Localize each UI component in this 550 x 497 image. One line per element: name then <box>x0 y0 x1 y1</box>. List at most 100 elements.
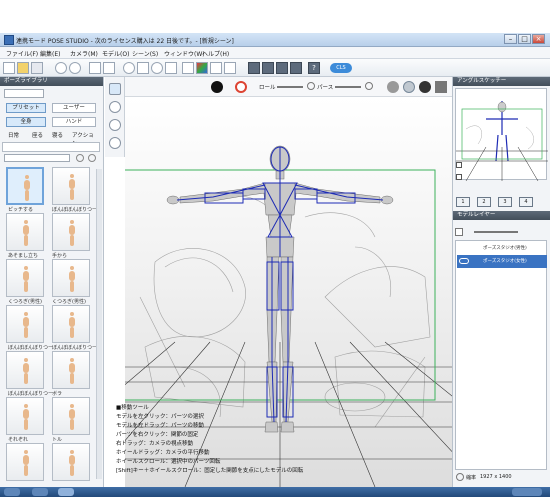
maximize-button[interactable]: □ <box>518 34 531 44</box>
pose-thumb-6[interactable] <box>52 259 90 297</box>
layer-eye-icon[interactable] <box>456 473 464 481</box>
angle-button-1[interactable]: 1 <box>456 197 470 207</box>
open-folder-icon[interactable] <box>17 62 29 74</box>
taskbar-app-1-icon[interactable] <box>32 488 48 496</box>
help-line-4: パーツを右クリック：関節の固定 <box>116 432 199 438</box>
menu-model[interactable]: モデル(O) <box>102 49 129 58</box>
menu-file[interactable]: ファイル(F) <box>6 49 38 58</box>
layer-row-2[interactable]: ポーズスタジオ(女性) <box>457 255 547 268</box>
pose-label-8: ぼんぼぼんぼりつー <box>52 345 98 351</box>
angle-button-4[interactable]: 4 <box>519 197 533 207</box>
head-icon[interactable] <box>165 62 177 74</box>
pose-thumb-1[interactable] <box>6 167 44 205</box>
category-daily[interactable]: 日常 <box>8 131 19 139</box>
save-icon[interactable] <box>31 62 43 74</box>
pose-thumb-4[interactable] <box>52 213 90 251</box>
color-icon[interactable] <box>196 62 208 74</box>
layer-row-1[interactable]: ポーズスタジオ(男性) <box>457 242 547 255</box>
tab-preset[interactable]: プリセット <box>6 103 46 113</box>
layout-icon-2[interactable] <box>262 62 274 74</box>
menu-help[interactable]: ヘルプ(H) <box>202 49 229 58</box>
render-mode-1-icon[interactable] <box>387 81 399 93</box>
pen-icon[interactable] <box>224 62 236 74</box>
window-title: 連携モード POSE STUDIO - 次のライセンス購入は 22 日後です。-… <box>16 38 234 45</box>
scroll-bar-top[interactable] <box>2 142 100 152</box>
pose-thumb-2[interactable] <box>52 167 90 205</box>
move-tool-icon[interactable] <box>109 83 121 95</box>
pose-label-9: ぼんぼぼんぼりつー <box>8 391 54 397</box>
render-mode-3-icon[interactable] <box>419 81 431 93</box>
layout-icon-3[interactable] <box>276 62 288 74</box>
category-sit[interactable]: 座る <box>32 131 43 139</box>
undo-icon[interactable] <box>55 62 67 74</box>
layout-icon-1[interactable] <box>248 62 260 74</box>
new-file-icon[interactable] <box>3 62 15 74</box>
pose-label-10: ボラ <box>52 391 63 397</box>
close-button[interactable]: × <box>532 34 545 44</box>
orbit-tool-icon[interactable] <box>109 119 121 131</box>
copy-icon[interactable] <box>89 62 101 74</box>
render-mode-4-icon[interactable] <box>435 81 447 93</box>
library-scrollbar[interactable] <box>96 169 102 479</box>
pose-thumb-13[interactable] <box>6 443 44 481</box>
pose-thumb-12[interactable] <box>52 397 90 435</box>
tab-hand[interactable]: ハンド <box>52 117 96 127</box>
angle-toggle-1[interactable] <box>456 162 462 168</box>
clock-area[interactable] <box>512 488 542 496</box>
paste-icon[interactable] <box>103 62 115 74</box>
perspective-icon[interactable] <box>210 62 222 74</box>
perse-slider[interactable] <box>335 86 361 88</box>
layer-opacity-slider[interactable] <box>474 231 518 233</box>
help-line-2: モデルを左クリック：パーツの選択 <box>116 414 204 420</box>
moon-icon[interactable] <box>211 81 223 93</box>
minimize-button[interactable]: – <box>504 34 517 44</box>
library-tools[interactable] <box>4 89 44 98</box>
pose-thumb-11[interactable] <box>6 397 44 435</box>
zoom-tool-icon[interactable] <box>109 137 121 149</box>
pose-thumb-7[interactable] <box>6 305 44 343</box>
help-line-8: [Shift]キー＋ホイールスクロール：固定した関節を支点にしたモデルの回転 <box>116 468 304 474</box>
menu-scene[interactable]: シーン(S) <box>132 49 158 58</box>
figure-icon[interactable] <box>137 62 149 74</box>
roll-reset-icon[interactable] <box>307 82 315 90</box>
layout-icon-4[interactable] <box>290 62 302 74</box>
roll-slider[interactable] <box>277 86 303 88</box>
search-icon[interactable] <box>76 154 84 162</box>
pose-thumb-10[interactable] <box>52 351 90 389</box>
target-icon[interactable] <box>151 62 163 74</box>
layer-list: ポーズスタジオ(男性) ポーズスタジオ(女性) <box>455 240 547 470</box>
taskbar-app-2-icon[interactable] <box>58 488 74 496</box>
menu-window[interactable]: ウィンドウ(W) <box>164 49 205 58</box>
settings-icon[interactable] <box>88 154 96 162</box>
pose-thumb-3[interactable] <box>6 213 44 251</box>
menu-camera[interactable]: カメラ(M) <box>70 49 98 58</box>
color-wheel-icon[interactable] <box>235 81 247 93</box>
angle-preview[interactable] <box>455 88 548 182</box>
model-layer-title: モデルレイヤー <box>453 211 550 220</box>
pose-label-5: くつろぎ(男性) <box>8 299 42 305</box>
eye-icon[interactable] <box>459 258 469 264</box>
render-mode-2-icon[interactable] <box>403 81 415 93</box>
pose-thumb-5[interactable] <box>6 259 44 297</box>
image-icon[interactable] <box>182 62 194 74</box>
tab-full-body[interactable]: 全身 <box>6 117 46 127</box>
angle-button-2[interactable]: 2 <box>477 197 491 207</box>
pose-thumb-8[interactable] <box>52 305 90 343</box>
menu-edit[interactable]: 編集(E) <box>40 49 60 58</box>
search-input[interactable] <box>4 154 70 162</box>
start-icon[interactable] <box>4 488 20 496</box>
pose-thumb-14[interactable] <box>52 443 90 481</box>
help-text: ■移動ツール モデルを左クリック：パーツの選択 モデルを左ドラッグ：パーツの移動… <box>116 404 303 476</box>
perse-reset-icon[interactable] <box>365 82 373 90</box>
help-icon[interactable]: ? <box>308 62 320 74</box>
tab-user[interactable]: ユーザー <box>52 103 96 113</box>
rotate-tool-icon[interactable] <box>109 101 121 113</box>
category-lie[interactable]: 寝る <box>52 131 63 139</box>
angle-button-3[interactable]: 3 <box>498 197 512 207</box>
pose-thumb-9[interactable] <box>6 351 44 389</box>
light-icon[interactable] <box>123 62 135 74</box>
cls-badge[interactable]: CLS <box>330 63 352 73</box>
angle-toggle-2[interactable] <box>456 174 462 180</box>
layer-add-icon[interactable] <box>455 228 463 236</box>
redo-icon[interactable] <box>69 62 81 74</box>
